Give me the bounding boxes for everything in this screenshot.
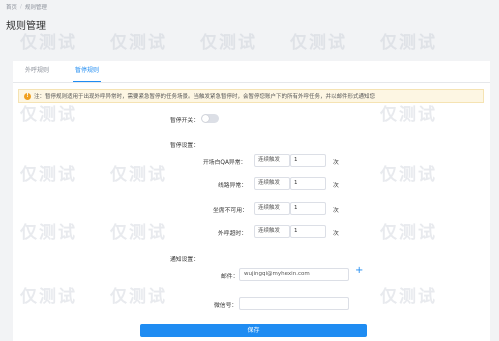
watermark: 仅测试: [290, 33, 347, 53]
wechat-input[interactable]: [239, 297, 349, 310]
save-button[interactable]: 保存: [140, 324, 367, 337]
rule-label-timeout: 外呼超时：: [218, 231, 247, 237]
watermark: 仅测试: [380, 33, 437, 53]
rule-unit-line: 次: [333, 183, 339, 189]
add-email-icon[interactable]: +: [355, 266, 363, 276]
rule-count-input-timeout[interactable]: 1: [290, 225, 326, 238]
email-input[interactable]: wujingqi@myhexin.com: [239, 268, 349, 281]
tab-bar: 外呼规则 暂停规则: [13, 61, 490, 83]
rule-mode-select-qa[interactable]: 连续触发: [254, 154, 290, 167]
wechat-label: 微信号：: [214, 303, 238, 309]
rule-mode-select-timeout[interactable]: 连续触发: [254, 225, 290, 238]
rule-mode-select-line[interactable]: 连续触发: [254, 177, 290, 190]
breadcrumb-home-link[interactable]: 首页: [6, 3, 17, 11]
notice-text: 注：暂停规则适用于出现外呼异常时，需要紧急暂停的任务场景。当触发紧急暂停时，会暂…: [34, 94, 376, 100]
notify-settings-label: 通知设置：: [170, 257, 199, 263]
rule-unit-agent: 次: [333, 208, 339, 214]
watermark: 仅测试: [200, 33, 257, 53]
rule-count-input-line[interactable]: 1: [290, 177, 326, 190]
tab-outbound-rules[interactable]: 外呼规则: [23, 62, 51, 82]
page-title: 规则管理: [6, 21, 46, 32]
rule-count-input-agent[interactable]: 1: [290, 202, 326, 215]
watermark: 仅测试: [110, 33, 167, 53]
rule-label-agent: 坐席不可用：: [213, 208, 248, 214]
pause-switch-toggle[interactable]: [201, 114, 219, 123]
breadcrumb-separator: /: [20, 3, 22, 10]
notice-banner: ! 注：暂停规则适用于出现外呼异常时，需要紧急暂停的任务场景。当触发紧急暂停时，…: [18, 89, 484, 103]
rule-count-input-qa[interactable]: 1: [290, 154, 326, 167]
pause-switch-label: 暂停开关：: [170, 118, 199, 124]
email-label: 邮件：: [221, 274, 239, 280]
pause-settings-label: 暂停设置：: [170, 143, 199, 149]
rule-unit-qa: 次: [333, 160, 339, 166]
breadcrumb: 首页 / 规则管理: [6, 2, 47, 11]
toggle-knob: [202, 115, 209, 122]
rule-unit-timeout: 次: [333, 231, 339, 237]
warning-icon: !: [24, 92, 31, 100]
rule-label-line: 线路异常：: [218, 183, 247, 189]
breadcrumb-current: 规则管理: [24, 4, 47, 11]
rule-mode-select-agent[interactable]: 连续触发: [254, 202, 290, 215]
rule-label-qa: 开场白QA异常：: [203, 160, 247, 166]
tab-pause-rules[interactable]: 暂停规则: [73, 62, 102, 82]
